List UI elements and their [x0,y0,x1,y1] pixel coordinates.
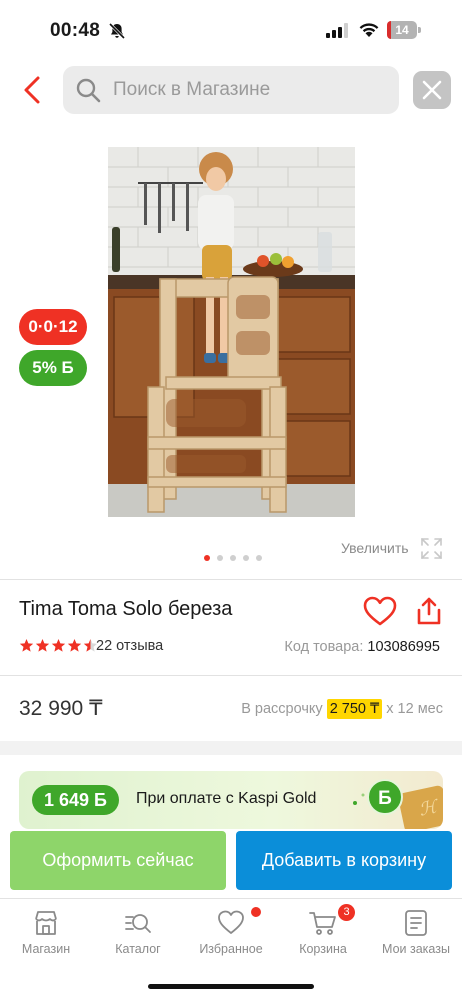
zoom-label[interactable]: Увеличить [341,540,409,556]
product-image[interactable] [108,147,355,517]
tab-store[interactable]: Магазин [0,909,92,956]
orders-icon [405,910,427,936]
star-icon [51,638,66,652]
cellular-signal-icon [326,23,348,38]
battery-level: 14 [395,23,409,37]
search-input[interactable] [113,66,393,114]
close-icon [422,80,442,100]
tab-label: Мои заказы [382,942,450,956]
gallery-pagination [204,555,262,563]
store-icon [35,911,57,935]
gold-banner-text: При оплате с Kaspi Gold [136,790,317,807]
tab-label: Магазин [21,942,71,956]
product-code-value: 103086995 [367,639,440,655]
section-separator [0,741,462,755]
kaspi-gold-banner[interactable]: 1 649 Б При оплате с Kaspi Gold ℋ Б [19,771,443,829]
tab-label: Избранное [199,942,263,956]
tab-cart[interactable]: 3 Корзина [277,904,369,956]
divider [0,579,462,580]
bell-muted-icon [108,22,126,40]
kaspi-gold-card-icon: ℋ Б [353,779,443,829]
star-icon [35,638,50,652]
heart-icon [218,910,244,934]
installment-info[interactable]: В рассрочку 2 750 ₸ х 12 мес [241,699,443,719]
clear-search-button[interactable] [413,71,451,109]
status-bar: 00:48 14 [0,0,462,56]
battery-indicator: 14 [387,21,421,39]
search-icon [76,78,101,103]
product-code: Код товара: 103086995 [284,639,440,655]
checkout-now-button[interactable]: Оформить сейчас [10,831,226,890]
installment-badge: 0·0·12 [19,309,87,345]
catalog-search-icon [125,914,151,933]
favorites-notification-dot [251,907,261,917]
tab-label: Корзина [299,942,347,956]
gallery-dot[interactable] [217,555,223,561]
tab-my-orders[interactable]: Мои заказы [370,909,462,956]
gallery-dot[interactable] [243,555,249,561]
home-indicator [148,984,314,989]
wifi-icon [359,23,379,37]
installment-prefix: В рассрочку [241,701,323,717]
tab-label: Каталог [115,942,161,956]
back-button[interactable] [18,74,48,106]
star-icon [19,638,34,652]
svg-text:Б: Б [378,788,392,809]
share-icon[interactable] [415,596,443,626]
gallery-dot[interactable] [204,555,210,561]
expand-icon[interactable] [420,537,443,560]
add-to-cart-button[interactable]: Добавить в корзину [236,831,452,890]
product-code-label: Код товара: [284,639,364,655]
tab-favorites[interactable]: Избранное [185,907,277,956]
tab-catalog[interactable]: Каталог [92,909,184,956]
gallery-dot[interactable] [256,555,262,561]
star-icon [67,638,82,652]
favorite-heart-icon[interactable] [363,596,397,626]
bonus-badge: 5% Б [19,350,87,386]
installment-suffix: х 12 мес [386,701,443,717]
gold-bonus-badge: 1 649 Б [32,785,119,815]
installment-amount: 2 750 ₸ [326,699,383,719]
cart-count-badge: 3 [338,904,355,921]
reviews-link[interactable]: 22 отзыва [96,638,163,654]
product-title: Tima Toma Solo береза [19,598,233,620]
status-time: 00:48 [50,20,101,41]
search-box[interactable] [63,66,399,114]
cart-icon [309,912,336,935]
divider [0,675,462,676]
product-price: 32 990 ₸ [19,697,103,720]
rating-stars [19,638,98,653]
gallery-dot[interactable] [230,555,236,561]
